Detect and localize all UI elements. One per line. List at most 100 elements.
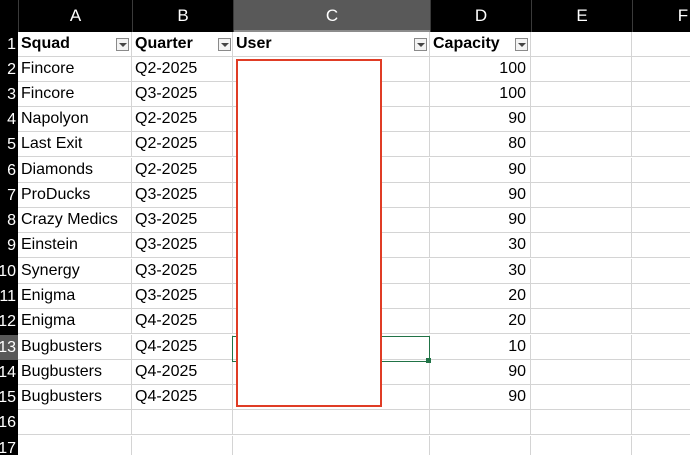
empty-cell[interactable] bbox=[132, 436, 233, 455]
capacity-cell[interactable]: 100 bbox=[430, 82, 531, 107]
row-header-2[interactable]: 2 bbox=[0, 57, 18, 82]
capacity-cell[interactable]: 90 bbox=[430, 183, 531, 208]
cell-e1[interactable] bbox=[531, 32, 632, 57]
empty-cell[interactable] bbox=[18, 436, 132, 455]
quarter-cell[interactable]: Q3-2025 bbox=[132, 259, 233, 284]
empty-cell[interactable] bbox=[632, 82, 690, 107]
empty-cell[interactable] bbox=[632, 107, 690, 132]
quarter-cell[interactable]: Q4-2025 bbox=[132, 309, 233, 334]
capacity-cell[interactable]: 30 bbox=[430, 233, 531, 258]
squad-cell[interactable]: Enigma bbox=[18, 309, 132, 334]
empty-cell[interactable] bbox=[233, 436, 430, 455]
fill-handle[interactable] bbox=[426, 358, 431, 363]
row-header-15[interactable]: 15 bbox=[0, 385, 18, 410]
quarter-filter-dropdown-icon[interactable] bbox=[218, 38, 231, 51]
capacity-cell[interactable]: 10 bbox=[430, 335, 531, 360]
squad-cell[interactable]: Fincore bbox=[18, 57, 132, 82]
quarter-cell[interactable]: Q2-2025 bbox=[132, 57, 233, 82]
empty-cell[interactable] bbox=[531, 107, 632, 132]
empty-cell[interactable] bbox=[430, 436, 531, 455]
empty-cell[interactable] bbox=[632, 233, 690, 258]
row-header-8[interactable]: 8 bbox=[0, 208, 18, 233]
row-header-9[interactable]: 9 bbox=[0, 233, 18, 258]
capacity-cell[interactable]: 90 bbox=[430, 385, 531, 410]
row-header-16[interactable]: 16 bbox=[0, 410, 18, 435]
quarter-cell[interactable]: Q3-2025 bbox=[132, 208, 233, 233]
empty-cell[interactable] bbox=[632, 284, 690, 309]
empty-cell[interactable] bbox=[632, 385, 690, 410]
empty-cell[interactable] bbox=[531, 385, 632, 410]
empty-cell[interactable] bbox=[132, 410, 233, 435]
column-header-f[interactable]: F bbox=[632, 0, 690, 32]
row-header-17[interactable]: 17 bbox=[0, 436, 18, 455]
quarter-cell[interactable]: Q2-2025 bbox=[132, 132, 233, 157]
row-header-13[interactable]: 13 bbox=[0, 335, 18, 360]
squad-filter-dropdown-icon[interactable] bbox=[116, 38, 129, 51]
capacity-cell[interactable]: 20 bbox=[430, 309, 531, 334]
column-header-d[interactable]: D bbox=[430, 0, 531, 32]
empty-cell[interactable] bbox=[632, 183, 690, 208]
empty-cell[interactable] bbox=[632, 436, 690, 455]
empty-cell[interactable] bbox=[632, 259, 690, 284]
squad-cell[interactable]: Bugbusters bbox=[18, 385, 132, 410]
row-header-3[interactable]: 3 bbox=[0, 82, 18, 107]
column-header-a[interactable]: A bbox=[18, 0, 132, 32]
row-header-5[interactable]: 5 bbox=[0, 132, 18, 157]
row-header-7[interactable]: 7 bbox=[0, 183, 18, 208]
empty-cell[interactable] bbox=[531, 57, 632, 82]
cell-a1[interactable]: Squad bbox=[18, 32, 132, 57]
empty-cell[interactable] bbox=[531, 284, 632, 309]
quarter-cell[interactable]: Q3-2025 bbox=[132, 284, 233, 309]
capacity-filter-dropdown-icon[interactable] bbox=[515, 38, 528, 51]
empty-cell[interactable] bbox=[531, 132, 632, 157]
empty-cell[interactable] bbox=[531, 436, 632, 455]
squad-cell[interactable]: Fincore bbox=[18, 82, 132, 107]
row-header-6[interactable]: 6 bbox=[0, 158, 18, 183]
empty-cell[interactable] bbox=[531, 309, 632, 334]
squad-cell[interactable]: Diamonds bbox=[18, 158, 132, 183]
quarter-cell[interactable]: Q3-2025 bbox=[132, 82, 233, 107]
empty-cell[interactable] bbox=[531, 360, 632, 385]
empty-cell[interactable] bbox=[531, 233, 632, 258]
capacity-cell[interactable]: 90 bbox=[430, 360, 531, 385]
row-header-11[interactable]: 11 bbox=[0, 284, 18, 309]
empty-cell[interactable] bbox=[531, 208, 632, 233]
squad-cell[interactable]: Einstein bbox=[18, 233, 132, 258]
empty-cell[interactable] bbox=[632, 158, 690, 183]
quarter-cell[interactable]: Q3-2025 bbox=[132, 233, 233, 258]
squad-cell[interactable]: Bugbusters bbox=[18, 335, 132, 360]
empty-cell[interactable] bbox=[233, 410, 430, 435]
empty-cell[interactable] bbox=[531, 410, 632, 435]
column-header-c[interactable]: C bbox=[233, 0, 430, 32]
squad-cell[interactable]: Napolyon bbox=[18, 107, 132, 132]
cell-f1[interactable] bbox=[632, 32, 690, 57]
empty-cell[interactable] bbox=[632, 309, 690, 334]
squad-cell[interactable]: Synergy bbox=[18, 259, 132, 284]
capacity-cell[interactable]: 90 bbox=[430, 208, 531, 233]
row-header-10[interactable]: 10 bbox=[0, 259, 18, 284]
row-header-1[interactable]: 1 bbox=[0, 32, 18, 57]
empty-cell[interactable] bbox=[531, 183, 632, 208]
empty-cell[interactable] bbox=[430, 410, 531, 435]
capacity-cell[interactable]: 90 bbox=[430, 107, 531, 132]
row-header-12[interactable]: 12 bbox=[0, 309, 18, 334]
cell-c1[interactable]: User bbox=[233, 32, 430, 57]
empty-cell[interactable] bbox=[632, 335, 690, 360]
squad-cell[interactable]: Enigma bbox=[18, 284, 132, 309]
capacity-cell[interactable]: 30 bbox=[430, 259, 531, 284]
quarter-cell[interactable]: Q2-2025 bbox=[132, 107, 233, 132]
squad-cell[interactable]: ProDucks bbox=[18, 183, 132, 208]
empty-cell[interactable] bbox=[531, 259, 632, 284]
empty-cell[interactable] bbox=[632, 410, 690, 435]
capacity-cell[interactable]: 90 bbox=[430, 158, 531, 183]
quarter-cell[interactable]: Q3-2025 bbox=[132, 183, 233, 208]
squad-cell[interactable]: Last Exit bbox=[18, 132, 132, 157]
quarter-cell[interactable]: Q4-2025 bbox=[132, 360, 233, 385]
quarter-cell[interactable]: Q4-2025 bbox=[132, 385, 233, 410]
empty-cell[interactable] bbox=[531, 158, 632, 183]
quarter-cell[interactable]: Q4-2025 bbox=[132, 335, 233, 360]
quarter-cell[interactable]: Q2-2025 bbox=[132, 158, 233, 183]
empty-cell[interactable] bbox=[632, 208, 690, 233]
row-header-4[interactable]: 4 bbox=[0, 107, 18, 132]
empty-cell[interactable] bbox=[632, 360, 690, 385]
